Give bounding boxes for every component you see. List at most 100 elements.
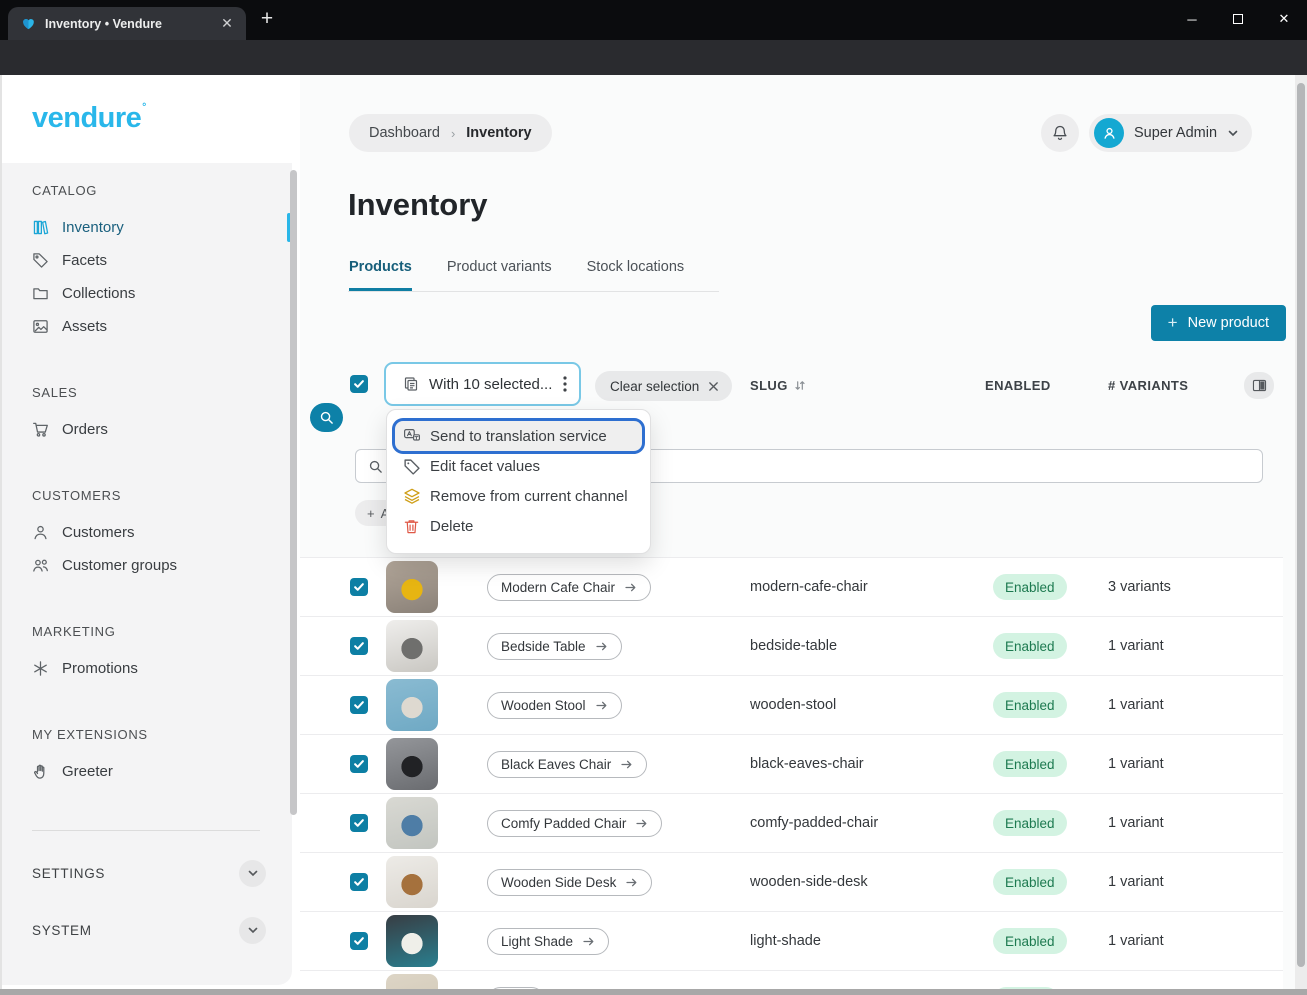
product-name-link[interactable]: Comfy Padded Chair — [487, 810, 662, 837]
menu-item-label: Delete — [430, 518, 473, 535]
clear-selection-label: Clear selection — [610, 379, 699, 394]
user-menu[interactable]: Super Admin — [1089, 114, 1252, 152]
window-maximize-button[interactable] — [1215, 0, 1261, 38]
product-thumbnail — [386, 856, 438, 908]
breadcrumb[interactable]: Dashboard › Inventory — [349, 114, 552, 152]
sidebar-item-customer-groups[interactable]: Customer groups — [0, 549, 292, 582]
product-thumbnail — [386, 738, 438, 790]
sidebar-section-system[interactable]: SYSTEM — [0, 915, 292, 945]
arrow-right-icon — [595, 699, 608, 712]
plus-icon: + — [1168, 313, 1178, 333]
column-settings-button[interactable] — [1244, 372, 1274, 399]
sidebar-item-greeter[interactable]: Greeter — [0, 755, 292, 788]
products-table: Modern Cafe Chair modern-cafe-chair Enab… — [300, 557, 1283, 995]
chevron-down-icon[interactable] — [239, 860, 266, 887]
row-checkbox[interactable] — [350, 932, 368, 950]
product-name: Wooden Side Desk — [501, 875, 616, 890]
sidebar-item-collections[interactable]: Collections — [0, 277, 292, 310]
sidebar-item-assets[interactable]: Assets — [0, 310, 292, 343]
sidebar-item-promotions[interactable]: Promotions — [0, 652, 292, 685]
sidebar-section-settings[interactable]: SETTINGS — [0, 858, 292, 888]
row-checkbox[interactable] — [350, 755, 368, 773]
tab-stock-locations[interactable]: Stock locations — [587, 259, 685, 291]
folder-icon — [32, 285, 49, 302]
bell-icon — [1051, 124, 1069, 142]
product-thumbnail — [386, 561, 438, 613]
product-name-link[interactable]: Black Eaves Chair — [487, 751, 647, 778]
product-slug: modern-cafe-chair — [750, 579, 868, 595]
product-name-link[interactable]: Bedside Table — [487, 633, 622, 660]
row-checkbox[interactable] — [350, 873, 368, 891]
new-tab-button[interactable]: + — [253, 5, 281, 33]
sidebar-section-label: MARKETING — [0, 624, 292, 639]
window-bottom-edge — [0, 989, 1307, 995]
scrollbar-thumb[interactable] — [1297, 83, 1305, 967]
row-checkbox[interactable] — [350, 637, 368, 655]
sidebar-item-facets[interactable]: Facets — [0, 244, 292, 277]
sidebar-item-inventory[interactable]: Inventory — [0, 211, 292, 244]
tab-close-icon[interactable]: ✕ — [218, 15, 236, 32]
column-header-variants[interactable]: # VARIANTS — [1108, 378, 1188, 393]
product-slug: wooden-stool — [750, 697, 836, 713]
vendure-favicon-icon — [21, 16, 36, 31]
chevron-down-icon[interactable] — [239, 917, 266, 944]
window-edge — [0, 75, 2, 995]
column-header-slug[interactable]: SLUG — [750, 378, 806, 393]
table-row: Bedside Table bedside-table Enabled 1 va… — [300, 617, 1283, 676]
product-name-link[interactable]: Wooden Side Desk — [487, 869, 652, 896]
column-header-enabled[interactable]: ENABLED — [985, 378, 1051, 393]
sidebar-section-label: MY EXTENSIONS — [0, 727, 292, 742]
bulk-selected-label: With 10 selected... — [429, 376, 553, 393]
cart-icon — [32, 421, 49, 438]
row-checkbox[interactable] — [350, 814, 368, 832]
row-checkbox[interactable] — [350, 696, 368, 714]
table-row: Light Shade light-shade Enabled 1 varian… — [300, 912, 1283, 971]
plus-icon: + — [367, 506, 375, 521]
product-name-link[interactable]: Wooden Stool — [487, 692, 622, 719]
page-title: Inventory — [348, 187, 488, 223]
breadcrumb-item-inventory[interactable]: Inventory — [466, 125, 531, 141]
vendure-logo[interactable]: vendure˚ — [32, 101, 146, 135]
row-checkbox[interactable] — [350, 578, 368, 596]
product-slug: black-eaves-chair — [750, 756, 864, 772]
hand-icon — [32, 763, 49, 780]
status-badge: Enabled — [993, 751, 1067, 777]
arrow-right-icon — [625, 876, 638, 889]
select-all-checkbox[interactable] — [350, 375, 368, 393]
notifications-button[interactable] — [1041, 114, 1079, 152]
window-minimize-button[interactable]: ─ — [1169, 0, 1215, 38]
menu-item-edit-facet-values[interactable]: Edit facet values — [395, 451, 642, 481]
search-icon — [368, 459, 383, 474]
sidebar-item-label: Customers — [62, 524, 135, 541]
status-badge: Enabled — [993, 869, 1067, 895]
kebab-menu-icon[interactable] — [563, 375, 567, 393]
close-icon — [708, 381, 719, 392]
sort-icon[interactable] — [794, 379, 806, 392]
sidebar-scrollbar[interactable] — [290, 170, 297, 815]
menu-item-remove-from-channel[interactable]: Remove from current channel — [395, 481, 642, 511]
inventory-books-icon — [32, 219, 49, 236]
new-product-button[interactable]: + New product — [1151, 305, 1286, 341]
page-scrollbar[interactable] — [1295, 75, 1307, 995]
table-row: Modern Cafe Chair modern-cafe-chair Enab… — [300, 558, 1283, 617]
clear-selection-button[interactable]: Clear selection — [595, 371, 732, 401]
browser-tab[interactable]: Inventory • Vendure ✕ — [8, 7, 246, 40]
search-toggle-button[interactable] — [310, 403, 343, 432]
menu-item-send-to-translation-service[interactable]: Send to translation service — [395, 421, 642, 451]
main-content: Dashboard › Inventory Super Admin Invent… — [300, 75, 1307, 995]
status-badge: Enabled — [993, 810, 1067, 836]
sidebar-section: MARKETING Promotions — [0, 624, 292, 685]
browser-tabstrip: Inventory • Vendure ✕ + ─ ✕ — [0, 0, 1307, 40]
product-name-link[interactable]: Light Shade — [487, 928, 609, 955]
menu-item-delete[interactable]: Delete — [395, 511, 642, 541]
status-badge: Enabled — [993, 928, 1067, 954]
product-name-link[interactable]: Modern Cafe Chair — [487, 574, 651, 601]
product-name: Bedside Table — [501, 639, 586, 654]
breadcrumb-item-dashboard[interactable]: Dashboard — [369, 125, 440, 141]
tab-product-variants[interactable]: Product variants — [447, 259, 552, 291]
tab-products[interactable]: Products — [349, 259, 412, 291]
sidebar-item-customers[interactable]: Customers — [0, 516, 292, 549]
window-close-button[interactable]: ✕ — [1261, 0, 1307, 38]
bulk-actions-button[interactable]: With 10 selected... — [384, 362, 581, 406]
sidebar-item-orders[interactable]: Orders — [0, 413, 292, 446]
